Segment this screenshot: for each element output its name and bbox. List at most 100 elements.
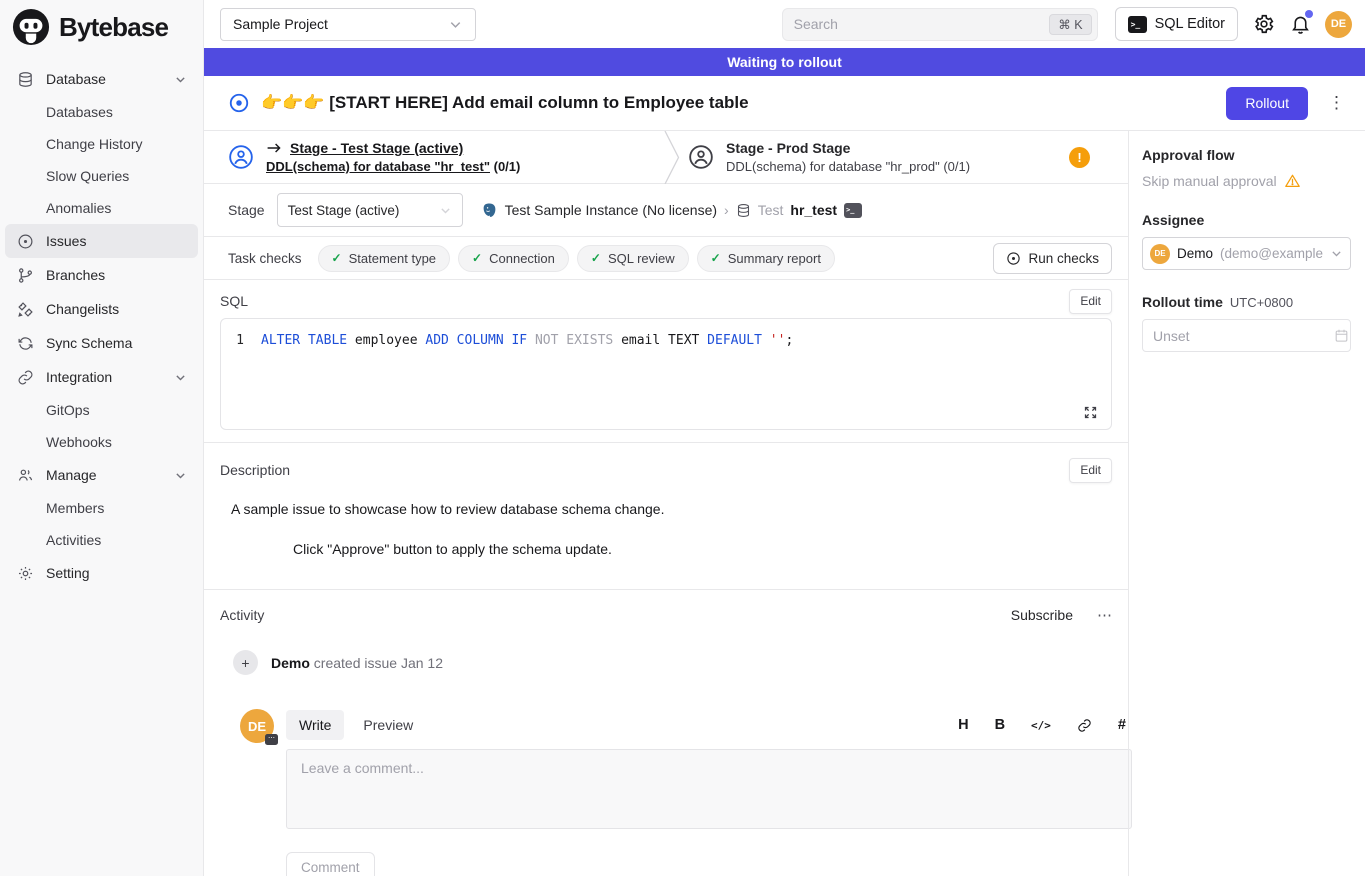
approval-flow-title: Approval flow — [1142, 147, 1351, 163]
sidebar-nav: Database Databases Change History Slow Q… — [0, 54, 203, 590]
chevron-down-icon — [1330, 247, 1343, 260]
git-branch-icon — [16, 266, 34, 284]
link-format-icon[interactable] — [1077, 718, 1092, 733]
stage-select[interactable]: Test Stage (active) — [277, 193, 463, 227]
rollout-time-field[interactable] — [1142, 319, 1351, 352]
chevron-down-icon — [174, 371, 187, 384]
stage-task-link[interactable]: DDL(schema) for database "hr_test" — [266, 159, 490, 174]
instance-name[interactable]: Test Sample Instance (No license) — [505, 202, 717, 218]
user-avatar[interactable]: DE — [1325, 11, 1352, 38]
stage-name[interactable]: Stage - Test Stage (active) — [290, 140, 463, 156]
check-pill-statement-type[interactable]: ✓Statement type — [318, 245, 451, 272]
stage-separator — [664, 131, 680, 184]
sidebar-item-change-history[interactable]: Change History — [5, 128, 198, 160]
activity-section: Activity Subscribe ⋯ + Demo created issu… — [204, 590, 1128, 876]
sidebar-item-anomalies[interactable]: Anomalies — [5, 192, 198, 224]
task-checks-label: Task checks — [228, 251, 302, 266]
bold-format-icon[interactable]: B — [995, 717, 1005, 733]
chevron-down-icon — [174, 469, 187, 482]
main-area: Stage - Test Stage (active) DDL(schema) … — [204, 131, 1365, 876]
database-icon — [16, 70, 34, 88]
stage-select-row: Stage Test Stage (active) Test Sample In… — [204, 184, 1128, 237]
description-edit-button[interactable]: Edit — [1069, 458, 1112, 483]
rollout-time-input[interactable] — [1153, 328, 1334, 344]
terminal-icon: >_ — [1128, 16, 1147, 33]
activity-actor: Demo — [271, 655, 310, 671]
sidebar-item-activities[interactable]: Activities — [5, 524, 198, 556]
sidebar-item-slow-queries[interactable]: Slow Queries — [5, 160, 198, 192]
arrow-right-icon — [266, 141, 282, 155]
sidebar-item-issues[interactable]: Issues — [5, 224, 198, 258]
heading-format-icon[interactable]: H — [958, 717, 968, 733]
pencil-ruler-icon — [16, 300, 34, 318]
speech-bubble-badge: ⋯ — [265, 734, 278, 745]
notification-bell-icon[interactable] — [1290, 13, 1311, 35]
tab-preview[interactable]: Preview — [350, 710, 426, 740]
stage-card-prod[interactable]: Stage - Prod Stage DDL(schema) for datab… — [672, 140, 1128, 174]
chevron-down-icon — [448, 17, 463, 32]
rollout-button[interactable]: Rollout — [1226, 87, 1308, 120]
database-breadcrumb: Test Sample Instance (No license) › Test… — [481, 202, 862, 219]
description-section: Description Edit A sample issue to showc… — [204, 443, 1128, 590]
description-paragraph: Click "Approve" button to apply the sche… — [293, 539, 1112, 559]
line-number: 1 — [221, 331, 261, 351]
plus-icon: + — [233, 650, 258, 675]
activity-action: created issue — [314, 655, 397, 671]
check-icon: ✓ — [591, 251, 601, 265]
person-circle-icon — [688, 144, 714, 170]
sidebar-item-branches[interactable]: Branches — [5, 258, 198, 292]
tab-write[interactable]: Write — [286, 710, 344, 740]
bytebase-logo[interactable]: Bytebase — [0, 0, 203, 54]
subscribe-link[interactable]: Subscribe — [1011, 607, 1073, 623]
stage-progress: (0/1) — [494, 159, 521, 174]
stage-name[interactable]: Stage - Prod Stage — [726, 140, 970, 156]
sidebar-item-members[interactable]: Members — [5, 492, 198, 524]
check-pill-summary-report[interactable]: ✓Summary report — [697, 245, 835, 272]
sidebar-item-manage[interactable]: Manage — [5, 458, 198, 492]
settings-gear-icon[interactable] — [1253, 13, 1275, 35]
chevron-right-icon: › — [724, 202, 729, 218]
bytebase-logo-icon — [12, 8, 50, 46]
code-format-icon[interactable]: </> — [1031, 719, 1051, 732]
sidebar-item-setting[interactable]: Setting — [5, 556, 198, 590]
comment-submit-button[interactable]: Comment — [286, 852, 375, 876]
run-checks-button[interactable]: Run checks — [993, 243, 1112, 274]
expand-icon[interactable] — [1083, 405, 1098, 420]
assignee-label: Assignee — [1142, 212, 1351, 228]
sidebar-item-webhooks[interactable]: Webhooks — [5, 426, 198, 458]
comment-editor: DE ⋯ Write Preview H B </> — [220, 675, 1112, 876]
sidebar-item-sync-schema[interactable]: Sync Schema — [5, 326, 198, 360]
stage-card-test[interactable]: Stage - Test Stage (active) DDL(schema) … — [204, 140, 672, 174]
comment-input[interactable] — [286, 749, 1132, 829]
search-input[interactable] — [794, 16, 1024, 32]
sql-statement: ALTER TABLE employee ADD COLUMN IF NOT E… — [261, 331, 793, 351]
more-options-icon[interactable]: ⋯ — [1097, 606, 1112, 624]
sql-code-block[interactable]: 1 ALTER TABLE employee ADD COLUMN IF NOT… — [220, 318, 1112, 430]
project-select[interactable]: Sample Project — [220, 8, 476, 41]
warning-triangle-icon — [1284, 173, 1301, 189]
topbar: Sample Project ⌘ K >_ SQL Editor DE — [204, 0, 1365, 48]
kebab-menu-icon[interactable]: ⋮ — [1328, 93, 1345, 113]
database-name[interactable]: hr_test — [790, 202, 837, 218]
sidebar-item-changelists[interactable]: Changelists — [5, 292, 198, 326]
calendar-icon — [1334, 328, 1349, 343]
sidebar-item-database[interactable]: Database — [5, 62, 198, 96]
assignee-select[interactable]: DE Demo (demo@example — [1142, 237, 1351, 270]
open-sql-editor-icon[interactable]: >_ — [844, 203, 862, 218]
sidebar-item-databases[interactable]: Databases — [5, 96, 198, 128]
check-pill-sql-review[interactable]: ✓SQL review — [577, 245, 689, 272]
assignee-avatar: DE — [1150, 244, 1170, 264]
sql-label: SQL — [220, 293, 248, 309]
search-box[interactable]: ⌘ K — [782, 8, 1098, 41]
sql-editor-button[interactable]: >_ SQL Editor — [1115, 7, 1238, 41]
sql-edit-button[interactable]: Edit — [1069, 289, 1112, 314]
search-shortcut-badge: ⌘ K — [1049, 14, 1091, 35]
postgres-icon — [481, 202, 498, 219]
sidebar-item-gitops[interactable]: GitOps — [5, 394, 198, 426]
issue-circle-dot-icon — [16, 232, 34, 250]
hash-format-icon[interactable]: # — [1118, 717, 1126, 733]
sidebar-item-integration[interactable]: Integration — [5, 360, 198, 394]
link-icon — [16, 368, 34, 386]
gear-icon — [16, 564, 34, 582]
check-pill-connection[interactable]: ✓Connection — [458, 245, 569, 272]
